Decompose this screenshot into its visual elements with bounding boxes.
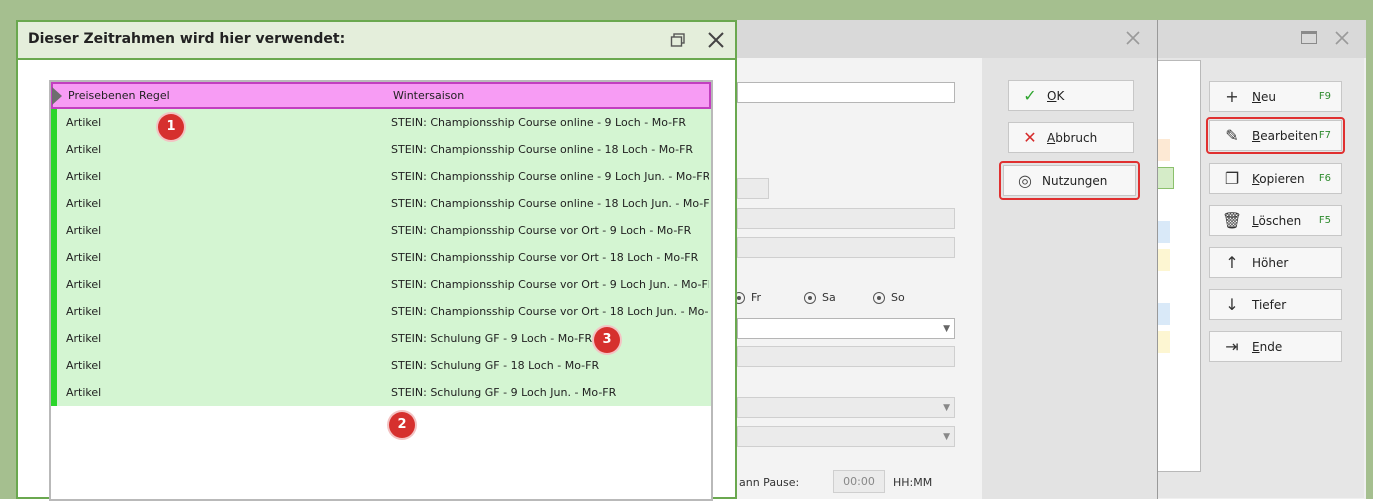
close-icon[interactable] [1125, 30, 1141, 46]
pause-label: ann Pause: [739, 476, 800, 489]
end-select[interactable]: ▼ [737, 426, 955, 447]
table-row[interactable]: Artikel STEIN: Championsship Course onlin… [51, 109, 711, 137]
weekday-so-radio[interactable]: So [873, 291, 905, 304]
shortcut-key: F5 [1318, 215, 1331, 226]
text-field[interactable] [737, 237, 955, 258]
weekday-sa-radio[interactable]: Sa [804, 291, 836, 304]
plus-icon: + [1225, 87, 1239, 106]
shortcut-key: F6 [1318, 173, 1331, 184]
table-row[interactable]: Artikel STEIN: Championsship Course vor O… [51, 244, 711, 272]
usage-table[interactable]: Preisebenen Regel Wintersaison Artikel ST… [49, 80, 713, 501]
list-row-color [1156, 331, 1170, 353]
list-window-titlebar [1151, 20, 1366, 58]
usages-button-highlight [999, 161, 1140, 200]
arrow-down-icon: ↓ [1225, 295, 1239, 314]
checkmark-icon: ✓ [1023, 86, 1037, 105]
delete-button[interactable]: 🗑 Löschen F5 [1209, 205, 1342, 236]
list-row-color [1156, 167, 1174, 189]
table-row[interactable]: Artikel STEIN: Championsship Course onlin… [51, 136, 711, 164]
ok-button[interactable]: ✓ OK [1008, 80, 1134, 111]
timeframe-edit-titlebar [730, 20, 1157, 58]
callout-badge-3: 3 [594, 327, 620, 353]
pause-unit-label: HH:MM [893, 476, 933, 489]
name-field[interactable] [737, 82, 955, 103]
start-select[interactable]: ▼ [737, 397, 955, 418]
pause-input[interactable]: 00:00 [833, 470, 885, 493]
new-button[interactable]: + Neu F9 [1209, 81, 1342, 112]
type-select[interactable]: ▼ [737, 318, 955, 339]
restore-window-icon[interactable] [670, 32, 686, 48]
callout-badge-1: 1 [158, 114, 184, 140]
cancel-button[interactable]: ✕ Abbruch [1008, 122, 1134, 153]
close-icon[interactable] [707, 31, 725, 49]
close-icon: ✕ [1023, 128, 1037, 147]
list-row-color [1156, 249, 1170, 271]
list-window-list[interactable] [1156, 60, 1201, 472]
copy-icon: ❐ [1224, 169, 1240, 188]
table-row[interactable]: Artikel STEIN: Championsship Course vor O… [51, 298, 711, 326]
table-row[interactable]: Artikel STEIN: Championsship Course vor O… [51, 217, 711, 245]
table-row[interactable]: Artikel STEIN: Championsship Course vor O… [51, 271, 711, 299]
table-row[interactable]: Artikel STEIN: Schulung GF - 9 Loch Jun. … [51, 379, 711, 407]
callout-badge-2: 2 [389, 412, 415, 438]
list-row-color [1156, 303, 1170, 325]
chevron-down-icon: ▼ [943, 403, 950, 413]
trash-icon: 🗑 [1221, 211, 1243, 230]
end-button[interactable]: ⇥ Ende [1209, 331, 1342, 362]
list-row-color [1156, 139, 1170, 161]
usage-dialog: Dieser Zeitrahmen wird hier verwendet: P… [16, 20, 737, 501]
text-field[interactable] [737, 346, 955, 367]
short-field[interactable] [737, 178, 769, 199]
table-row[interactable]: Artikel STEIN: Schulung GF - 18 Loch - Mo… [51, 352, 711, 380]
move-down-button[interactable]: ↓ Tiefer [1209, 289, 1342, 320]
list-row-color [1156, 221, 1170, 243]
exit-icon: ⇥ [1225, 337, 1239, 356]
copy-button[interactable]: ❐ Kopieren F6 [1209, 163, 1342, 194]
shortcut-key: F9 [1318, 91, 1331, 102]
chevron-down-icon: ▼ [943, 432, 950, 442]
table-row[interactable]: Artikel STEIN: Championsship Course onlin… [51, 190, 711, 218]
arrow-up-icon: ↑ [1225, 253, 1239, 272]
edit-button-highlight [1206, 117, 1345, 154]
table-row[interactable]: Artikel STEIN: Championsship Course onlin… [51, 163, 711, 191]
dialog-title: Dieser Zeitrahmen wird hier verwendet: [28, 31, 346, 47]
radio-icon [873, 291, 885, 304]
table-header-row[interactable]: Preisebenen Regel Wintersaison [51, 82, 711, 109]
chevron-down-icon: ▼ [943, 324, 950, 334]
text-field[interactable] [737, 208, 955, 229]
radio-icon [804, 291, 816, 304]
row-pointer-icon [52, 87, 62, 105]
usage-dialog-titlebar: Dieser Zeitrahmen wird hier verwendet: [18, 22, 735, 60]
close-icon[interactable] [1334, 30, 1350, 46]
maximize-icon[interactable] [1301, 31, 1317, 44]
move-up-button[interactable]: ↑ Höher [1209, 247, 1342, 278]
weekday-fr-radio[interactable]: Fr [733, 291, 761, 304]
